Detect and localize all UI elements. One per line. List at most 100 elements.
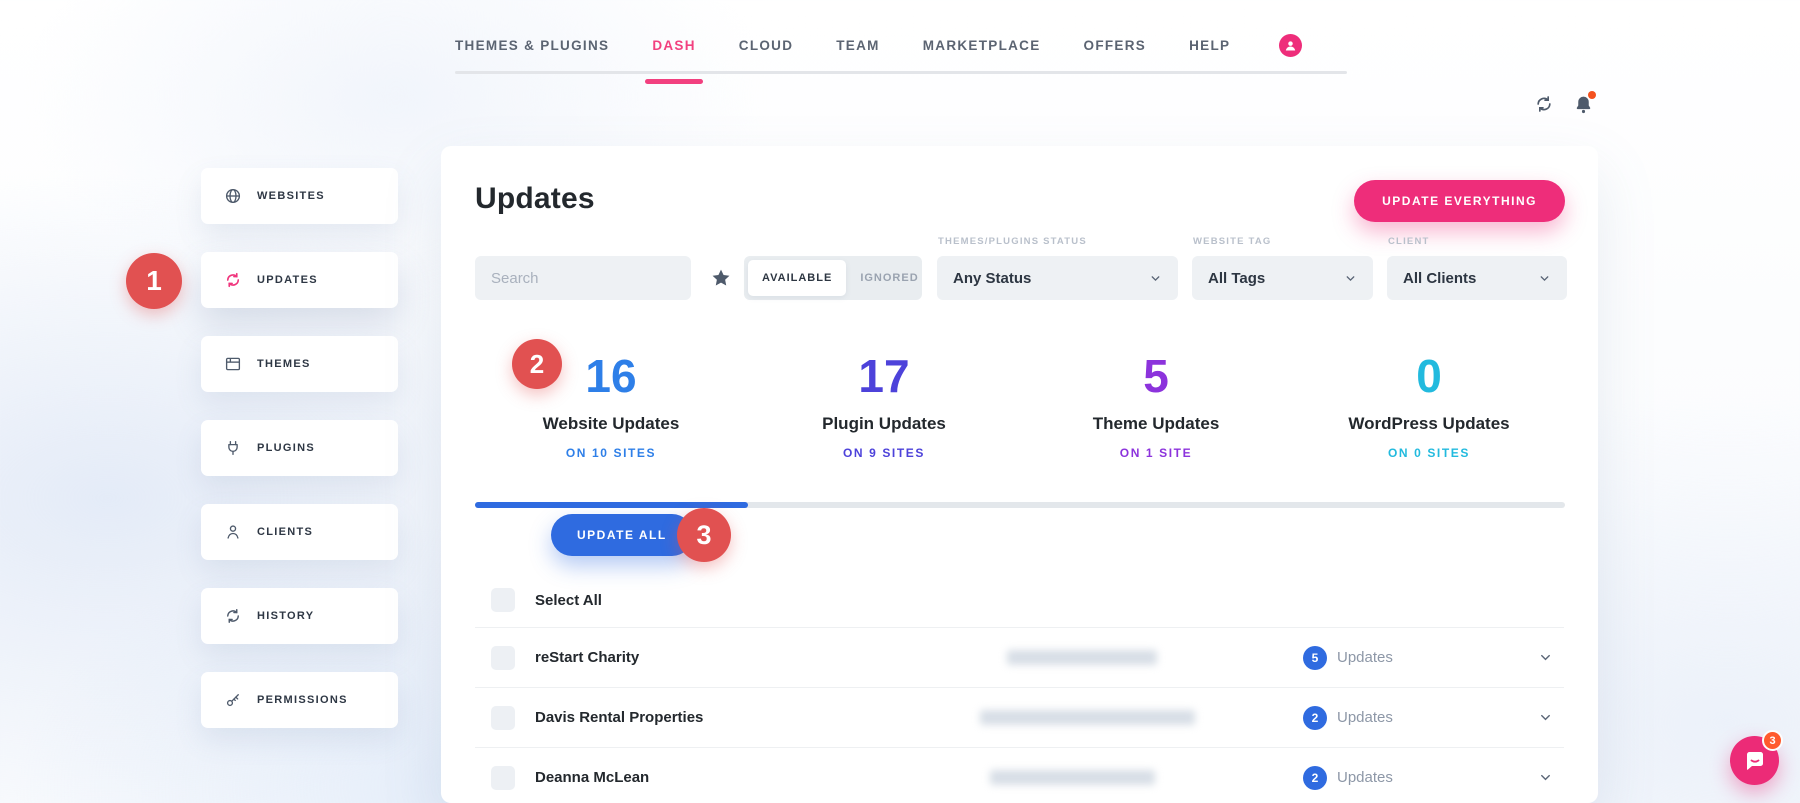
site-url-redacted <box>990 770 1155 785</box>
chevron-down-icon[interactable] <box>1538 650 1553 665</box>
annotation-badge-3: 3 <box>677 508 731 562</box>
chat-bubble-icon <box>1743 749 1767 773</box>
available-ignored-toggle: AVAILABLE IGNORED <box>744 256 922 300</box>
stat-sub: ON 10 SITES <box>475 446 747 460</box>
chat-launcher[interactable]: 3 <box>1730 736 1779 785</box>
stat-label: Website Updates <box>475 414 747 434</box>
notification-alert-dot <box>1588 91 1596 99</box>
stat-label: Plugin Updates <box>748 414 1020 434</box>
stat-theme-updates: 5 Theme Updates ON 1 SITE <box>1020 352 1292 460</box>
updates-label: Updates <box>1337 649 1393 666</box>
tag-select[interactable]: All Tags <box>1192 256 1373 300</box>
nav-dash[interactable]: DASH <box>652 38 695 53</box>
nav-themes-plugins[interactable]: THEMES & PLUGINS <box>455 38 609 53</box>
row-checkbox[interactable] <box>491 646 515 670</box>
tag-select-value: All Tags <box>1208 270 1265 287</box>
status-filter-label: THEMES/PLUGINS STATUS <box>938 236 1087 247</box>
nav-team[interactable]: TEAM <box>836 38 879 53</box>
page-title: Updates <box>475 182 595 216</box>
nav-offers[interactable]: OFFERS <box>1084 38 1147 53</box>
plug-icon <box>224 439 242 457</box>
updates-label: Updates <box>1337 709 1393 726</box>
chevron-down-icon[interactable] <box>1538 770 1553 785</box>
select-all-label: Select All <box>535 592 602 609</box>
sidebar-item-history[interactable]: HISTORY <box>201 588 398 644</box>
refresh-icon[interactable] <box>1534 94 1554 119</box>
nav-underline <box>455 71 1347 74</box>
sites-list: reStart Charity 5 Updates Davis Rental P… <box>475 627 1564 803</box>
chevron-down-icon[interactable] <box>1538 710 1553 725</box>
client-filter-label: CLIENT <box>1388 236 1430 247</box>
search-input[interactable] <box>475 256 691 300</box>
sidebar-item-clients[interactable]: CLIENTS <box>201 504 398 560</box>
header-icons <box>1534 94 1594 120</box>
chat-unread-badge: 3 <box>1762 730 1783 751</box>
sidebar: WEBSITES UPDATES THEMES PLUGINS CLIENTS … <box>201 168 398 756</box>
site-row[interactable]: Deanna McLean 2 Updates <box>475 747 1564 803</box>
toggle-ignored[interactable]: IGNORED <box>846 260 932 296</box>
client-select[interactable]: All Clients <box>1387 256 1567 300</box>
sidebar-label: PLUGINS <box>257 442 315 454</box>
sync-icon <box>224 271 242 289</box>
chevron-down-icon <box>1344 272 1357 285</box>
annotation-badge-2: 2 <box>512 339 562 389</box>
site-name: Davis Rental Properties <box>535 709 703 726</box>
status-select[interactable]: Any Status <box>937 256 1178 300</box>
row-checkbox[interactable] <box>491 766 515 790</box>
stat-sub: ON 0 SITES <box>1293 446 1565 460</box>
star-icon[interactable] <box>710 267 732 289</box>
site-name: Deanna McLean <box>535 769 649 786</box>
stat-value: 5 <box>1020 352 1292 400</box>
sidebar-item-themes[interactable]: THEMES <box>201 336 398 392</box>
site-row[interactable]: Davis Rental Properties 2 Updates <box>475 687 1564 747</box>
key-icon <box>224 691 242 709</box>
sidebar-label: PERMISSIONS <box>257 694 348 706</box>
update-all-button[interactable]: UPDATE ALL <box>551 514 693 556</box>
chevron-down-icon <box>1149 272 1162 285</box>
tag-filter-label: WEBSITE TAG <box>1193 236 1271 247</box>
sidebar-item-permissions[interactable]: PERMISSIONS <box>201 672 398 728</box>
stat-label: Theme Updates <box>1020 414 1292 434</box>
person-icon <box>224 523 242 541</box>
sidebar-label: UPDATES <box>257 274 318 286</box>
select-all-checkbox[interactable] <box>491 588 515 612</box>
stat-plugin-updates: 17 Plugin Updates ON 9 SITES <box>748 352 1020 460</box>
annotation-badge-1: 1 <box>126 253 182 309</box>
updates-label: Updates <box>1337 769 1393 786</box>
globe-icon <box>224 187 242 205</box>
sidebar-item-plugins[interactable]: PLUGINS <box>201 420 398 476</box>
stat-value: 0 <box>1293 352 1565 400</box>
stat-sub: ON 1 SITE <box>1020 446 1292 460</box>
site-row[interactable]: reStart Charity 5 Updates <box>475 627 1564 687</box>
top-nav: THEMES & PLUGINS DASH CLOUD TEAM MARKETP… <box>455 26 1302 64</box>
update-progress-bar <box>475 502 1565 508</box>
sidebar-label: WEBSITES <box>257 190 325 202</box>
stat-sub: ON 9 SITES <box>748 446 1020 460</box>
sidebar-label: THEMES <box>257 358 311 370</box>
nav-cloud[interactable]: CLOUD <box>739 38 794 53</box>
sidebar-label: CLIENTS <box>257 526 313 538</box>
sidebar-item-websites[interactable]: WEBSITES <box>201 168 398 224</box>
updates-count-badge: 5 <box>1303 646 1327 670</box>
update-everything-button[interactable]: UPDATE EVERYTHING <box>1354 180 1565 222</box>
updates-panel: Updates UPDATE EVERYTHING THEMES/PLUGINS… <box>441 146 1598 803</box>
client-select-value: All Clients <box>1403 270 1476 287</box>
row-checkbox[interactable] <box>491 706 515 730</box>
stat-wordpress-updates: 0 WordPress Updates ON 0 SITES <box>1293 352 1565 460</box>
chevron-down-icon <box>1538 272 1551 285</box>
browser-icon <box>224 355 242 373</box>
site-url-redacted <box>980 710 1195 725</box>
sidebar-item-updates[interactable]: UPDATES <box>201 252 398 308</box>
nav-help[interactable]: HELP <box>1189 38 1230 53</box>
site-name: reStart Charity <box>535 649 639 666</box>
progress-fill <box>475 502 748 508</box>
account-icon[interactable] <box>1279 34 1302 57</box>
select-all-row: Select All <box>491 588 602 612</box>
status-select-value: Any Status <box>953 270 1031 287</box>
notifications-icon[interactable] <box>1573 94 1594 120</box>
stat-value: 17 <box>748 352 1020 400</box>
history-icon <box>224 607 242 625</box>
stat-label: WordPress Updates <box>1293 414 1565 434</box>
toggle-available[interactable]: AVAILABLE <box>748 260 846 296</box>
nav-marketplace[interactable]: MARKETPLACE <box>923 38 1041 53</box>
